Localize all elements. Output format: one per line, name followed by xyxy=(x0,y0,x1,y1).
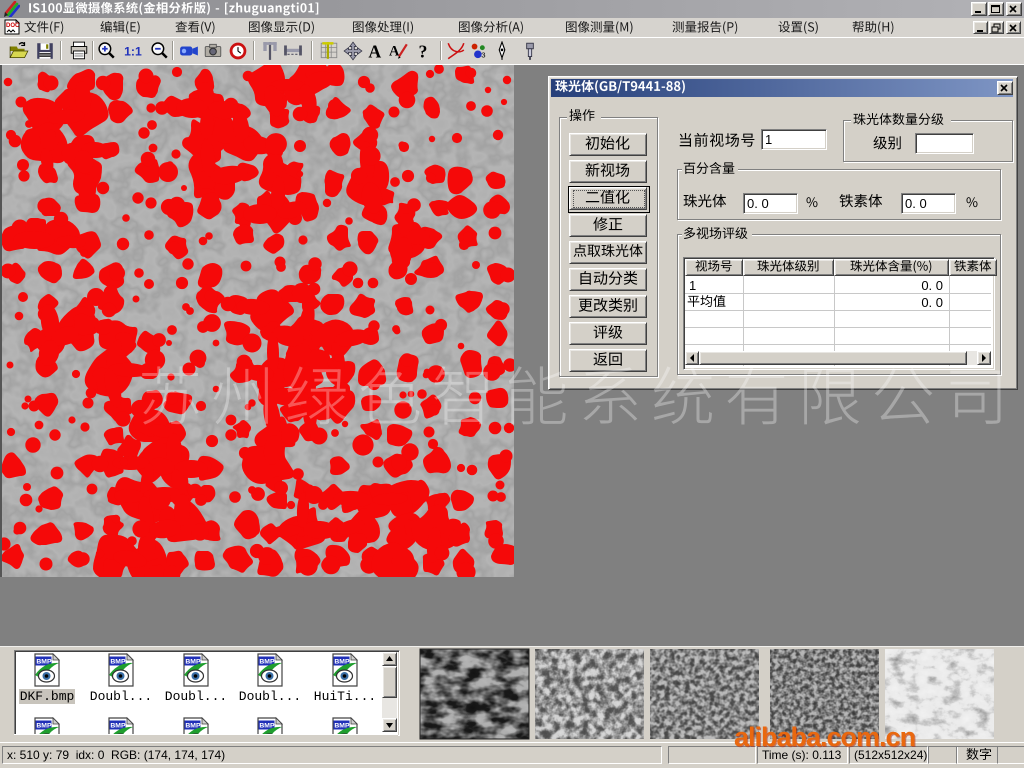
svg-text:A: A xyxy=(389,43,400,59)
svg-text:1:1: 1:1 xyxy=(124,44,142,58)
svg-text:?: ? xyxy=(418,42,427,61)
svg-text:DOC: DOC xyxy=(6,23,20,29)
svg-text:A: A xyxy=(368,42,381,61)
svg-text:3: 3 xyxy=(481,51,485,60)
